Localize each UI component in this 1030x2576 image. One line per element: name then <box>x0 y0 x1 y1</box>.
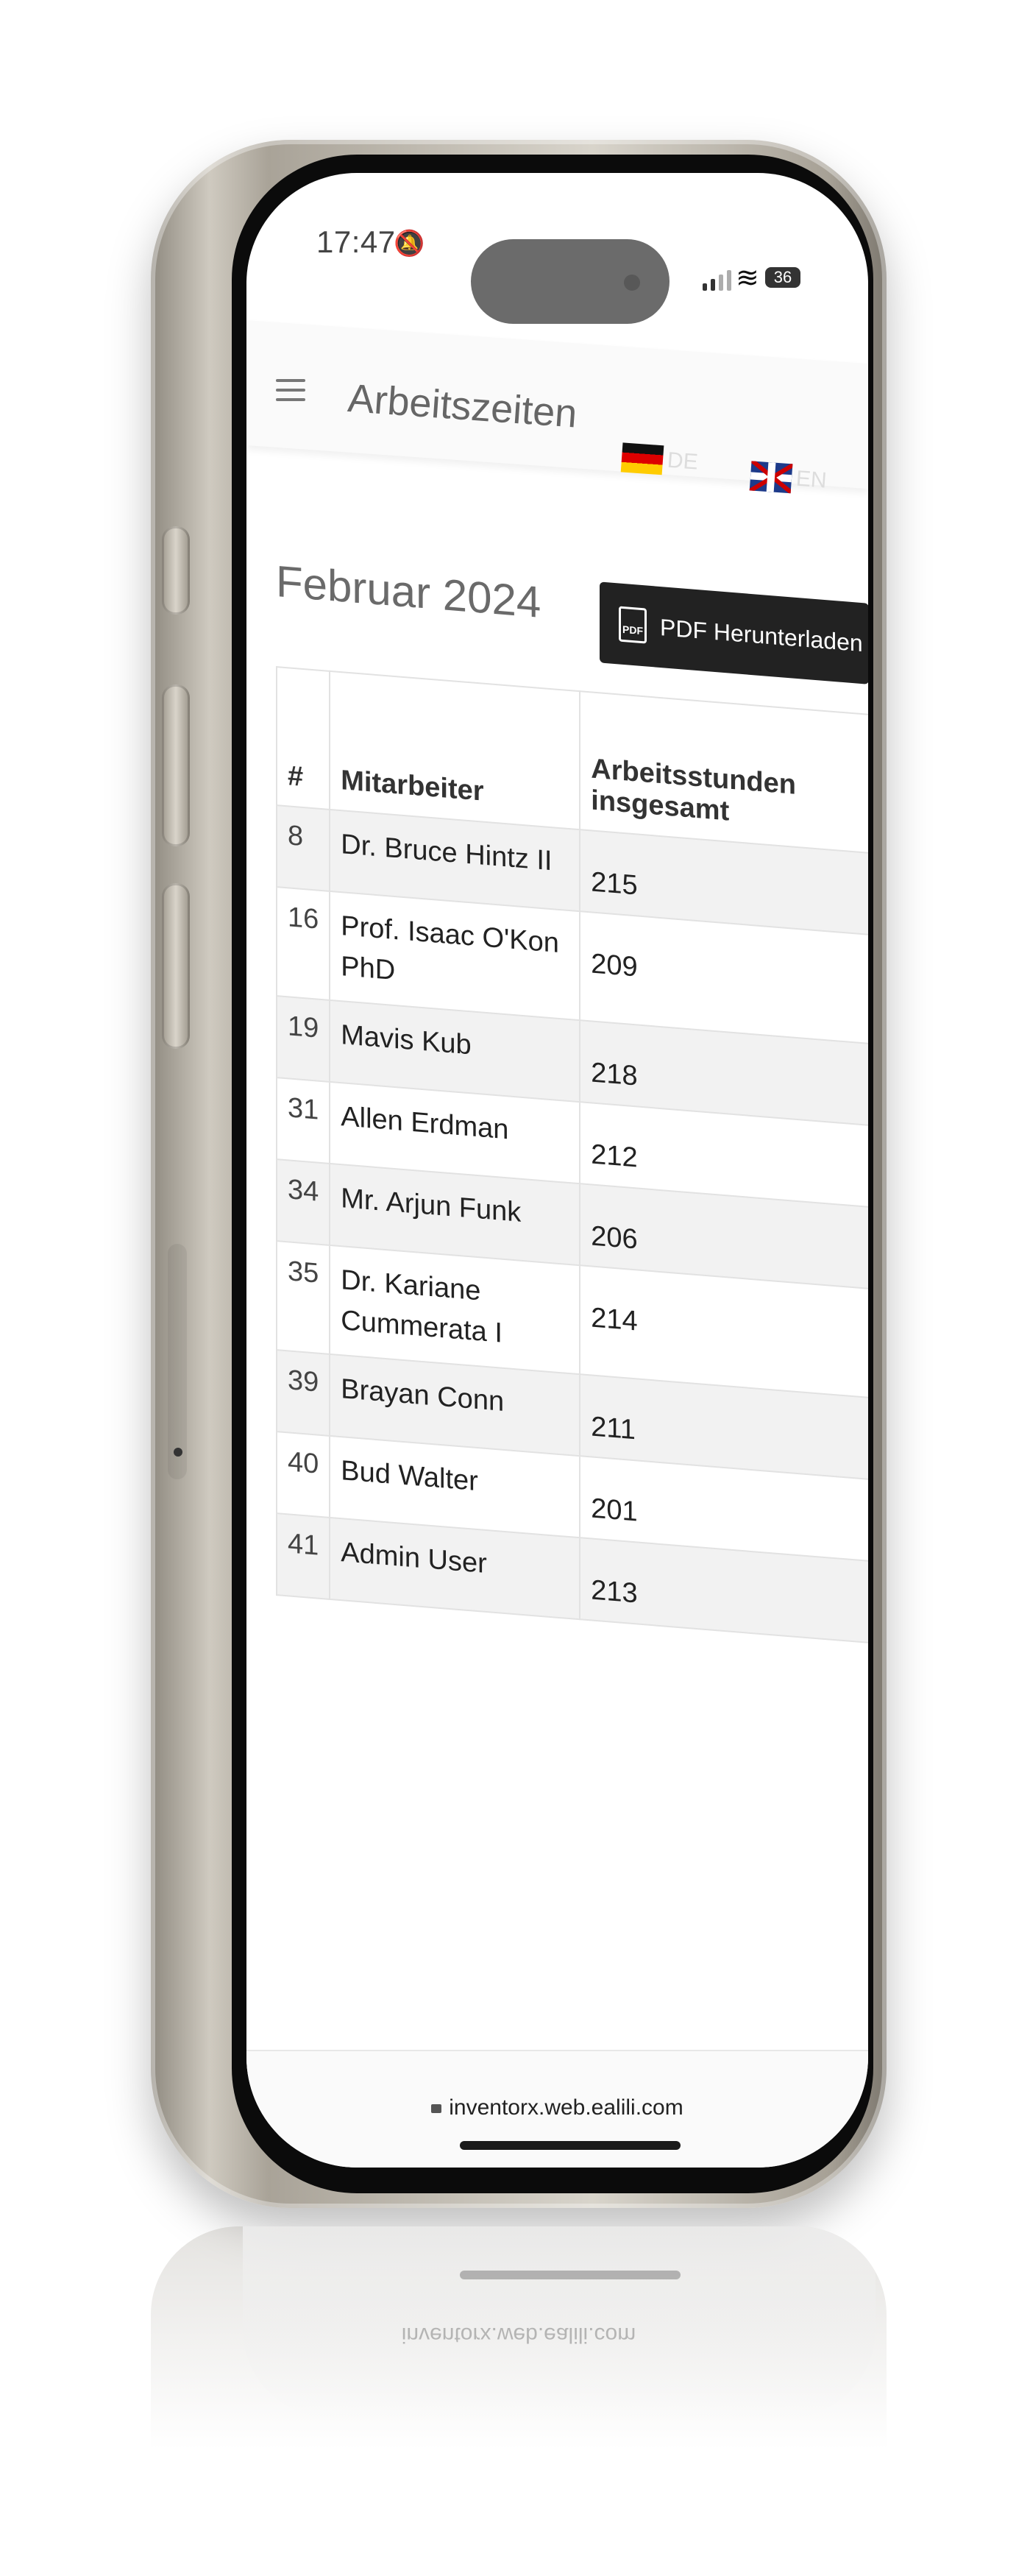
germany-flag-icon <box>620 442 664 475</box>
report-month: Februar 2024 <box>276 556 541 627</box>
cell-id: 31 <box>277 1078 330 1164</box>
cell-id: 8 <box>277 805 330 891</box>
language-de-label: DE <box>666 447 699 475</box>
cell-id: 19 <box>277 996 330 1083</box>
cell-employee: Prof. Isaac O'Kon PhD <box>330 891 580 1021</box>
url-display[interactable]: inventorx.web.ealili.com <box>246 2095 868 2120</box>
report-content: Februar 2024 PDF PDF Herunterladen # Mit… <box>276 556 868 1643</box>
cell-id: 39 <box>277 1350 330 1437</box>
cell-employee: Dr. Kariane Cummerata I <box>330 1245 580 1375</box>
wifi-icon: ≋ <box>736 263 759 294</box>
column-header-id: # <box>277 667 330 810</box>
camera-icon <box>624 275 640 291</box>
cell-id: 35 <box>277 1241 330 1355</box>
dynamic-island <box>471 239 670 324</box>
cell-id: 41 <box>277 1513 330 1600</box>
uk-flag-icon <box>749 461 793 494</box>
url-text: inventorx.web.ealili.com <box>449 2095 683 2120</box>
pdf-download-button[interactable]: PDF PDF Herunterladen <box>600 581 868 684</box>
sim-eject-hole <box>174 1448 182 1457</box>
phone-reflection: inventorx.web.ealili.com <box>151 2226 887 2506</box>
bell-muted-icon: 🔕 <box>394 230 425 258</box>
language-de-button[interactable]: DE <box>620 442 699 477</box>
browser-address-bar[interactable]: inventorx.web.ealili.com <box>246 2050 868 2168</box>
work-hours-table: # Mitarbeiter Arbeitsstunden insgesamt 8… <box>276 666 868 1644</box>
phone-screen: 17:47 🔕 ≋ 36 Arbeitszeiten DE EN Februar… <box>246 173 868 2168</box>
volume-up-button <box>162 684 190 846</box>
status-time: 17:47 <box>316 224 396 259</box>
cell-id: 34 <box>277 1159 330 1246</box>
hamburger-menu-icon[interactable] <box>276 379 305 403</box>
cell-id: 40 <box>277 1432 330 1518</box>
status-bar: 17:47 🔕 ≋ 36 <box>246 173 868 324</box>
language-en-button[interactable]: EN <box>749 461 828 495</box>
pdf-file-icon: PDF <box>619 606 647 644</box>
lock-icon <box>431 2104 442 2114</box>
pdf-download-label: PDF Herunterladen <box>660 613 863 657</box>
reflection-url-text: inventorx.web.ealili.com <box>401 2323 636 2347</box>
cellular-signal-icon <box>703 269 731 291</box>
volume-down-button <box>162 883 190 1049</box>
language-en-label: EN <box>795 466 828 493</box>
reflection-home-indicator <box>460 2271 681 2279</box>
column-header-hours: Arbeitsstunden insgesamt <box>580 691 868 854</box>
column-header-employee: Mitarbeiter <box>330 670 580 830</box>
cell-id: 16 <box>277 887 330 1001</box>
sim-tray <box>168 1244 187 1479</box>
device-stage: 17:47 🔕 ≋ 36 Arbeitszeiten DE EN Februar… <box>0 0 1030 2576</box>
home-indicator[interactable] <box>460 2141 681 2150</box>
battery-icon: 36 <box>765 267 800 288</box>
action-button <box>162 526 190 615</box>
